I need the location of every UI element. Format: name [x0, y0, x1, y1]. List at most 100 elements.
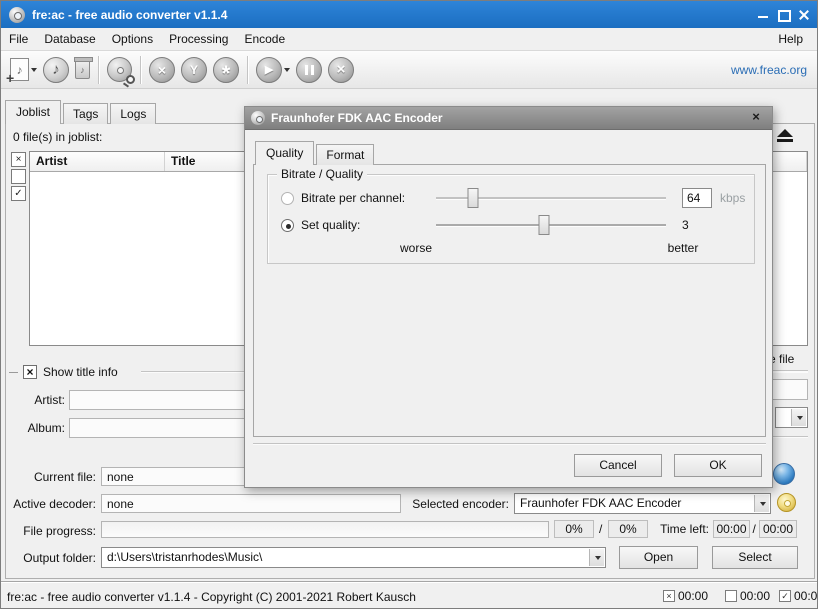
eject-button[interactable]	[771, 126, 799, 144]
menu-file[interactable]: File	[1, 29, 36, 49]
maximize-button[interactable]	[778, 9, 789, 20]
file-progress-label: File progress:	[1, 524, 96, 538]
add-files-dropdown-icon[interactable]	[31, 68, 37, 72]
slider-thumb[interactable]	[467, 188, 478, 208]
time-slash: /	[753, 522, 756, 536]
empty-box-icon	[725, 590, 737, 602]
right-field-fragment[interactable]	[771, 379, 808, 400]
right-combo-fragment[interactable]	[775, 407, 808, 428]
processing-settings-button[interactable]: Y	[178, 54, 210, 86]
time-left-file: 00:00	[713, 520, 750, 538]
cd-rip-button[interactable]	[104, 54, 135, 86]
menu-options[interactable]: Options	[104, 29, 161, 49]
close-button[interactable]	[798, 9, 809, 20]
toolbar-separator	[247, 56, 248, 84]
selected-encoder-combobox[interactable]: Fraunhofer FDK AAC Encoder	[514, 493, 771, 514]
trash-icon: ♪	[75, 60, 90, 79]
dialog-close-icon[interactable]: ×	[749, 110, 763, 124]
cd-search-icon	[107, 57, 132, 82]
quality-label: Set quality:	[301, 218, 360, 232]
file-percent: 0%	[554, 520, 594, 538]
output-folder-combobox[interactable]: d:\Users\tristanrhodes\Music\	[101, 547, 606, 568]
menu-encode[interactable]: Encode	[236, 29, 293, 49]
start-encoding-button[interactable]: ▶	[253, 54, 293, 86]
add-files-button[interactable]: ♪ +	[7, 54, 40, 86]
configure-encoder-button[interactable]: *	[210, 54, 242, 86]
clear-joblist-button[interactable]: ♪	[72, 54, 93, 86]
eject-icon	[777, 129, 793, 137]
dialog-tab-page: Bitrate / Quality Bitrate per channel: 6…	[253, 164, 766, 437]
ok-button[interactable]: OK	[674, 454, 762, 477]
start-encoding-dropdown-icon[interactable]	[284, 68, 290, 72]
show-title-info-checkbox[interactable]: ×	[23, 365, 37, 379]
chevron-down-icon	[595, 556, 601, 560]
bitrate-slider[interactable]	[436, 188, 666, 208]
info-sphere-icon[interactable]	[773, 463, 795, 485]
artist-label: Artist:	[27, 393, 65, 407]
tab-quality[interactable]: Quality	[255, 141, 314, 165]
select-button[interactable]: Select	[712, 546, 798, 569]
menu-processing[interactable]: Processing	[161, 29, 236, 49]
pause-icon	[296, 57, 322, 83]
stop-encoding-button[interactable]: ×	[325, 54, 357, 86]
app-icon	[9, 7, 25, 23]
dialog-separator	[253, 443, 766, 445]
active-decoder-value: none	[101, 494, 401, 513]
note-glyph: ♪	[52, 61, 60, 78]
select-all-button[interactable]: ×	[11, 152, 26, 167]
time-indicator-total: ✓ 00:00	[779, 589, 818, 603]
menu-help[interactable]: Help	[770, 29, 811, 49]
remove-file-button[interactable]: ♪	[40, 54, 72, 86]
output-folder-label: Output folder:	[1, 551, 96, 565]
statusbar-text: fre:ac - free audio converter v1.1.4 - C…	[7, 590, 416, 604]
tab-logs[interactable]: Logs	[110, 103, 156, 124]
chevron-down-icon	[760, 502, 766, 506]
toolbar: ♪ + ♪ ♪ × Y	[1, 51, 817, 89]
slider-thumb[interactable]	[539, 215, 550, 235]
dialog-titlebar[interactable]: Fraunhofer FDK AAC Encoder ×	[245, 107, 772, 130]
minimize-button[interactable]	[758, 9, 769, 20]
play-icon: ▶	[256, 57, 282, 83]
total-percent: 0%	[608, 520, 648, 538]
checked-box-icon: ×	[663, 590, 675, 602]
note-glyph: ♪	[80, 65, 85, 75]
selected-encoder-label: Selected encoder:	[406, 497, 509, 511]
general-settings-button[interactable]: ×	[146, 54, 178, 86]
funnel-icon: Y	[181, 57, 207, 83]
tab-tags[interactable]: Tags	[63, 103, 108, 124]
album-field[interactable]	[69, 418, 245, 438]
open-button[interactable]: Open	[619, 546, 698, 569]
tab-format[interactable]: Format	[316, 144, 374, 165]
artist-field[interactable]	[69, 390, 245, 410]
wrench-icon: ×	[149, 57, 175, 83]
time-left-label: Time left:	[651, 522, 709, 536]
column-header-artist[interactable]: Artist	[30, 152, 165, 171]
pause-encoding-button[interactable]	[293, 54, 325, 86]
freac-website-link[interactable]: www.freac.org	[731, 63, 807, 77]
cancel-button[interactable]: Cancel	[574, 454, 662, 477]
group-title: Bitrate / Quality	[277, 167, 367, 181]
stop-icon: ×	[328, 57, 354, 83]
quality-value: 3	[682, 218, 689, 232]
quality-radio[interactable]	[281, 219, 294, 232]
main-tab-strip: Joblist Tags Logs	[5, 100, 158, 124]
music-note-icon: ♪	[43, 57, 69, 83]
quality-slider[interactable]	[436, 215, 666, 235]
menu-database[interactable]: Database	[36, 29, 103, 49]
app-window: fre:ac - free audio converter v1.1.4 Fil…	[0, 0, 818, 609]
encoder-settings-gear-icon[interactable]	[777, 493, 796, 512]
magnifier-icon	[126, 75, 135, 84]
bitrate-unit: kbps	[720, 191, 745, 205]
file-progress-bar	[101, 521, 549, 538]
bitrate-value-box[interactable]: 64	[682, 188, 712, 208]
gear-glyph: *	[222, 61, 231, 79]
note-glyph: ♪	[17, 63, 23, 77]
time-value: 00:00	[794, 589, 818, 603]
dialog-app-icon	[251, 111, 265, 125]
bitrate-radio[interactable]	[281, 192, 294, 205]
wrench-glyph: ×	[158, 62, 166, 78]
joblist-count-label: 0 file(s) in joblist:	[13, 130, 102, 144]
toggle-selection-button[interactable]: ✓	[11, 186, 26, 201]
tab-joblist[interactable]: Joblist	[5, 100, 61, 124]
select-none-button[interactable]	[11, 169, 26, 184]
